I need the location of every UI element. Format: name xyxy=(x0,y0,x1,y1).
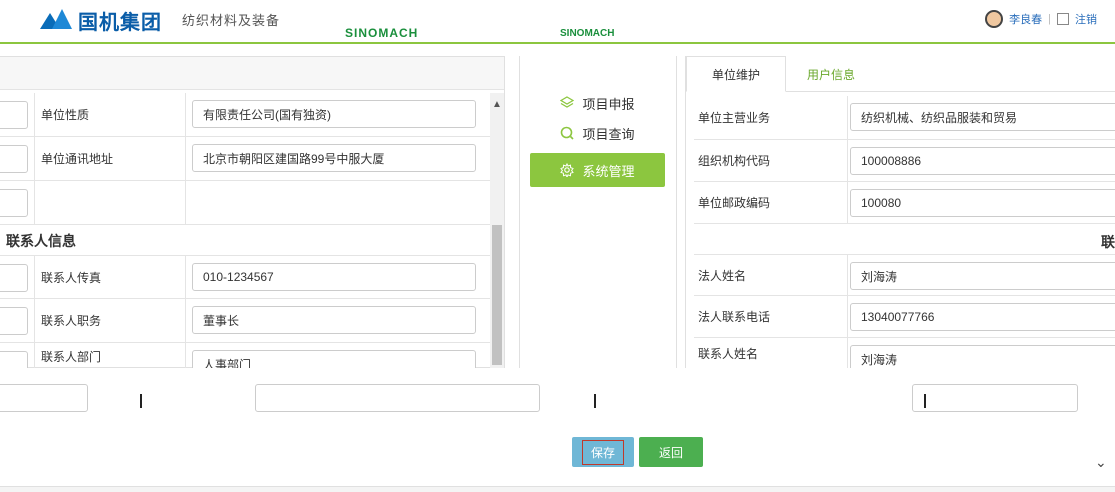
field-label: 联系人传真 xyxy=(34,256,186,298)
layers-icon xyxy=(560,96,575,108)
vertical-scrollbar[interactable]: ▲ xyxy=(490,93,504,369)
user-box: 李良春 | 注销 xyxy=(985,10,1097,28)
form-row: 单位通讯地址 北京市朝阳区建国路99号中服大厦 xyxy=(0,137,490,181)
nav-item-project-apply[interactable]: 项目申报 xyxy=(530,86,665,120)
section-title-truncated: 联 xyxy=(1101,234,1115,250)
truncated-input[interactable] xyxy=(0,145,28,173)
form-row: 单位主营业务 纺织机械、纺织品服装和贸易 xyxy=(694,96,1115,140)
scroll-up-icon[interactable]: ▲ xyxy=(492,99,502,110)
top-header: 国机集团 纺织材料及装备 SINOMACH SINOMACH 李良春 | 注销 xyxy=(0,0,1115,46)
field-label: 单位邮政编码 xyxy=(698,182,848,223)
tab-unit-maintenance[interactable]: 单位维护 xyxy=(686,56,786,92)
legal-name-field[interactable]: 刘海涛 xyxy=(850,262,1115,290)
nav-item-project-query[interactable]: 项目查询 xyxy=(530,116,665,150)
truncated-input[interactable] xyxy=(912,384,1078,412)
nav-item-label: 系统管理 xyxy=(582,163,635,179)
side-nav-menu: 项目申报 项目查询 系统管理 xyxy=(519,56,677,368)
unit-nature-field[interactable]: 有限责任公司(国有独资) xyxy=(192,100,476,128)
save-button[interactable]: 保存 xyxy=(572,437,634,467)
back-button[interactable]: 返回 xyxy=(639,437,703,467)
form-row: 单位性质 有限责任公司(国有独资) xyxy=(0,93,490,137)
form-row: 联系人姓名 刘海涛 xyxy=(694,338,1115,368)
field-label xyxy=(34,181,186,224)
field-label: 法人联系电话 xyxy=(698,296,848,337)
chevron-down-icon[interactable]: ⌄ xyxy=(1095,454,1107,471)
logo-mark-icon xyxy=(40,9,74,31)
section-title-contact: 联系人信息 xyxy=(6,233,76,249)
postal-code-field[interactable]: 100080 xyxy=(850,189,1115,217)
scrollbar-thumb[interactable] xyxy=(492,225,502,365)
form-row: 联系人职务 董事长 xyxy=(0,299,490,343)
logo-text: 国机集团 xyxy=(78,11,162,34)
user-name-link[interactable]: 李良春 xyxy=(1009,11,1042,27)
org-code-field[interactable]: 100008886 xyxy=(850,147,1115,175)
form-row xyxy=(0,181,490,225)
main-business-field[interactable]: 纺织机械、纺织品服装和贸易 xyxy=(850,103,1115,131)
form-row: 联系人传真 010-1234567 xyxy=(0,255,490,299)
truncated-input[interactable] xyxy=(0,351,28,369)
text-cursor xyxy=(140,394,142,408)
truncated-input[interactable] xyxy=(0,101,28,129)
form-row: 组织机构代码 100008886 xyxy=(694,140,1115,182)
nav-item-label: 项目申报 xyxy=(582,96,635,112)
field-label: 单位通讯地址 xyxy=(34,137,186,180)
separator: | xyxy=(1048,13,1051,25)
field-label: 组织机构代码 xyxy=(698,140,848,181)
truncated-input[interactable] xyxy=(0,264,28,292)
save-button-label: 保存 xyxy=(581,439,624,465)
gear-icon xyxy=(560,163,575,177)
field-label: 联系人姓名 xyxy=(698,338,848,368)
logo-english: SINOMACH xyxy=(345,26,419,40)
logo: 国机集团 xyxy=(40,6,162,34)
unit-address-field[interactable]: 北京市朝阳区建国路99号中服大厦 xyxy=(192,144,476,172)
truncated-input[interactable] xyxy=(255,384,540,412)
tab-user-info[interactable]: 用户信息 xyxy=(791,56,871,92)
form-row: 法人姓名 刘海涛 xyxy=(694,254,1115,296)
field-label: 联系人职务 xyxy=(34,299,186,342)
field-label: 联系人部门 xyxy=(34,343,186,369)
search-icon xyxy=(561,126,575,140)
form-row: 联系人部门 人事部门 xyxy=(0,343,490,369)
left-panel-header xyxy=(0,57,504,90)
footer xyxy=(0,486,1115,492)
legal-phone-field[interactable]: 13040077766 xyxy=(850,303,1115,331)
logo-subtitle: 纺织材料及装备 xyxy=(182,13,281,28)
logout-link[interactable]: 注销 xyxy=(1075,11,1097,27)
form-row: 单位邮政编码 100080 xyxy=(694,182,1115,224)
logout-icon[interactable] xyxy=(1057,13,1069,25)
logo-english-secondary: SINOMACH xyxy=(560,28,615,39)
avatar[interactable] xyxy=(985,10,1004,28)
truncated-input[interactable] xyxy=(0,307,28,335)
right-form-panel: 单位维护 用户信息 单位主营业务 纺织机械、纺织品服装和贸易 组织机构代码 10… xyxy=(685,56,1115,368)
contact-title-field[interactable]: 董事长 xyxy=(192,306,476,334)
nav-item-label: 项目查询 xyxy=(582,126,635,142)
field-label: 法人姓名 xyxy=(698,255,848,295)
left-form-panel: 单位性质 有限责任公司(国有独资) 单位通讯地址 北京市朝阳区建国路99号中服大… xyxy=(0,56,505,369)
nav-item-system-admin[interactable]: 系统管理 xyxy=(530,153,665,187)
tab-bar: 单位维护 用户信息 xyxy=(686,56,1115,92)
contact-name-field[interactable]: 刘海涛 xyxy=(850,345,1115,368)
truncated-input[interactable] xyxy=(0,384,88,412)
form-row: 法人联系电话 13040077766 xyxy=(694,296,1115,338)
field-label: 单位主营业务 xyxy=(698,96,848,139)
text-cursor xyxy=(594,394,596,408)
field-label: 单位性质 xyxy=(34,93,186,136)
contact-fax-field[interactable]: 010-1234567 xyxy=(192,263,476,291)
contact-department-field[interactable]: 人事部门 xyxy=(192,350,476,369)
render-artifact-band xyxy=(0,368,1115,418)
header-divider xyxy=(0,42,1115,44)
truncated-input[interactable] xyxy=(0,189,28,217)
text-cursor xyxy=(924,394,926,408)
